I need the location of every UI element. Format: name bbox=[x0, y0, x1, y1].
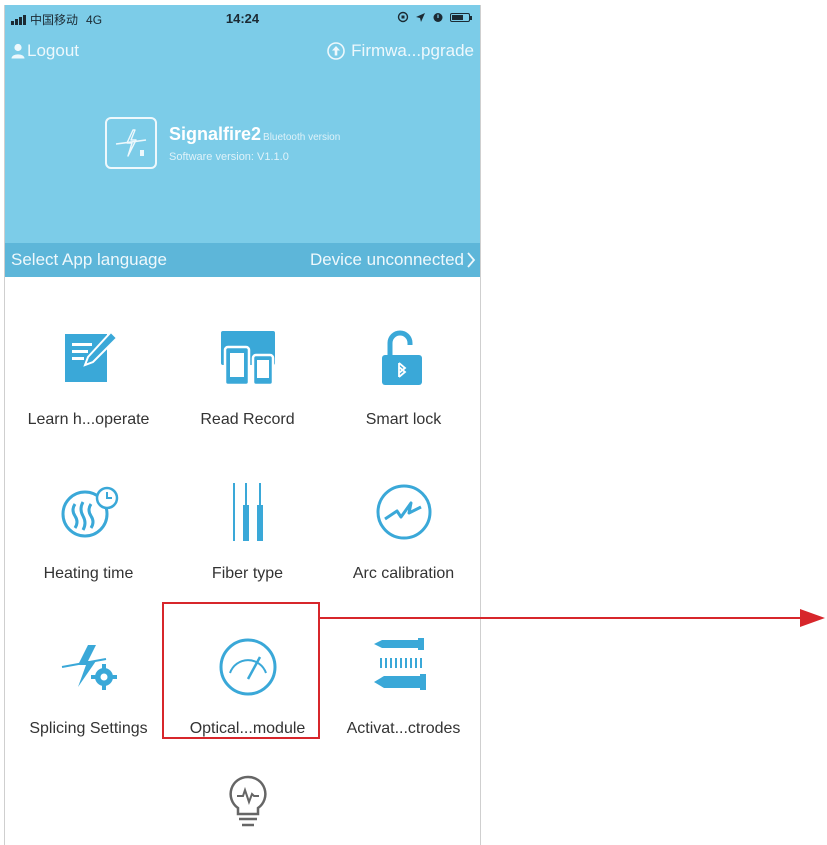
arc-calibration-icon bbox=[369, 477, 439, 547]
menu-item-learn-operate[interactable]: Learn h...operate bbox=[9, 323, 168, 429]
software-version: Software version: V1.1.0 bbox=[169, 150, 289, 163]
user-icon bbox=[11, 43, 25, 59]
menu-item-label: Smart lock bbox=[365, 411, 442, 428]
heating-time-icon bbox=[54, 477, 124, 547]
menu-item-activate-electrodes[interactable]: Activat...ctrodes bbox=[324, 632, 480, 738]
upload-circle-icon bbox=[327, 42, 345, 60]
annotation-arrow-head bbox=[800, 609, 825, 627]
chevron-right-icon bbox=[467, 252, 476, 268]
menu-item-arc-calibration[interactable]: Arc calibration bbox=[324, 477, 480, 583]
header-actions: Logout Firmwa...pgrade bbox=[5, 37, 480, 65]
menu-item-fiber-type[interactable]: Fiber type bbox=[168, 477, 327, 583]
rotation-lock-icon bbox=[397, 11, 409, 23]
firmware-upgrade-button[interactable]: Firmwa...pgrade bbox=[327, 41, 474, 61]
alarm-icon bbox=[433, 13, 443, 22]
menu-item-label: Read Record bbox=[200, 411, 295, 428]
status-bar-right bbox=[397, 11, 472, 23]
learn-edit-icon bbox=[54, 323, 124, 393]
firmware-upgrade-label: Firmwa...pgrade bbox=[351, 41, 474, 60]
logout-button[interactable]: Logout bbox=[11, 41, 79, 61]
menu-item-label: Fiber type bbox=[211, 565, 284, 582]
status-bar: 中国移动 4G 14:24 bbox=[5, 5, 480, 31]
language-bar: Select App language Device unconnected bbox=[5, 243, 480, 277]
splicing-settings-icon bbox=[54, 632, 124, 702]
menu-item-label: Heating time bbox=[43, 565, 134, 582]
device-logo-icon bbox=[105, 117, 157, 169]
menu-item-label: Arc calibration bbox=[352, 565, 455, 582]
read-record-devices-icon bbox=[213, 323, 283, 393]
battery-icon bbox=[450, 12, 472, 22]
menu-item-heating-time[interactable]: Heating time bbox=[9, 477, 168, 583]
smart-lock-icon bbox=[369, 323, 439, 393]
device-connection-button[interactable]: Device unconnected bbox=[310, 250, 476, 270]
device-info-card: Signalfire2 Bluetooth version Software v… bbox=[105, 117, 340, 169]
activate-electrodes-icon bbox=[369, 632, 439, 702]
annotation-arrow-line bbox=[320, 617, 802, 619]
lightbulb-icon bbox=[213, 767, 283, 837]
device-name: Signalfire2 bbox=[169, 123, 262, 144]
select-language-button[interactable]: Select App language bbox=[11, 250, 167, 270]
menu-item-smart-lock[interactable]: Smart lock bbox=[324, 323, 480, 429]
menu-item-label: Splicing Settings bbox=[29, 720, 148, 737]
connection-status: Device unconnected bbox=[309, 250, 464, 269]
logout-label: Logout bbox=[27, 41, 79, 60]
fiber-type-icon bbox=[213, 477, 283, 547]
annotation-highlight-box bbox=[162, 602, 320, 739]
menu-item-splicing-settings[interactable]: Splicing Settings bbox=[9, 632, 168, 738]
device-subtitle: Bluetooth version bbox=[263, 131, 341, 143]
menu-item-label: Learn h...operate bbox=[27, 411, 150, 428]
location-icon bbox=[416, 12, 425, 22]
menu-item-read-record[interactable]: Read Record bbox=[168, 323, 327, 429]
app-header: 中国移动 4G 14:24 Logout Firmwa...pgrade Sig… bbox=[5, 5, 480, 277]
menu-item-lightbulb[interactable] bbox=[168, 767, 327, 845]
device-info-text: Signalfire2 Bluetooth version Software v… bbox=[169, 124, 340, 163]
menu-item-label: Activat...ctrodes bbox=[346, 720, 461, 737]
